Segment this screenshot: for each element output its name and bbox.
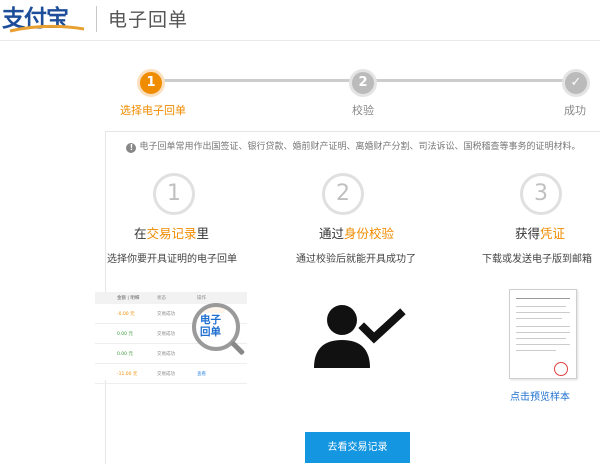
step-number-3: 3: [520, 173, 562, 215]
step-2-circle: 2: [349, 69, 377, 97]
seal-icon: [554, 362, 568, 376]
preview-sample-link[interactable]: 点击预览样本: [510, 388, 570, 403]
column-3-subtitle: 下载或发送电子版到邮箱: [482, 254, 592, 265]
header-bar: 支付宝 电子回单: [0, 0, 600, 41]
step-connector: [160, 79, 353, 82]
table-row: -11.00 元 交易成功 查看: [95, 364, 247, 384]
user-verified-icon: [314, 305, 406, 368]
step-progress: 1 选择电子回单 2 校验 ✓ 成功: [0, 64, 600, 124]
table-header: 金额 | 明细 状态 操作: [95, 292, 247, 304]
step-number-1: 1: [153, 173, 195, 215]
step-1-circle: 1: [137, 69, 165, 97]
column-2-subtitle: 通过校验后就能开具成功了: [296, 254, 416, 265]
magnifier-label: 电子 回单: [200, 314, 221, 338]
notice-text: 电子回单常用作出国签证、银行贷款、婚前财产证明、离婚财产分割、司法诉讼、国税稽查…: [139, 142, 581, 152]
column-2-title: 通过身份校验: [319, 226, 395, 241]
step-3-check-icon: ✓: [562, 69, 590, 97]
column-3-title: 获得凭证: [515, 226, 566, 241]
header-divider: [96, 6, 97, 32]
page-title: 电子回单: [108, 9, 189, 31]
info-icon: !: [126, 143, 137, 153]
notice-bar: ! 电子回单常用作出国签证、银行贷款、婚前财产证明、离婚财产分割、司法诉讼、国税稽…: [106, 139, 600, 153]
column-1-title: 在交易记录里: [134, 226, 210, 241]
receipt-sample-thumbnail[interactable]: [509, 289, 577, 379]
step-3-label: 成功: [564, 104, 586, 117]
step-1-label: 选择电子回单: [120, 104, 186, 117]
step-connector: [372, 79, 564, 82]
step-number-2: 2: [322, 173, 364, 215]
step-2-label: 校验: [352, 104, 374, 117]
view-transactions-button[interactable]: 去看交易记录: [305, 432, 410, 463]
alipay-logo[interactable]: 支付宝: [2, 2, 90, 34]
column-1-subtitle: 选择你要开具证明的电子回单: [107, 254, 237, 265]
